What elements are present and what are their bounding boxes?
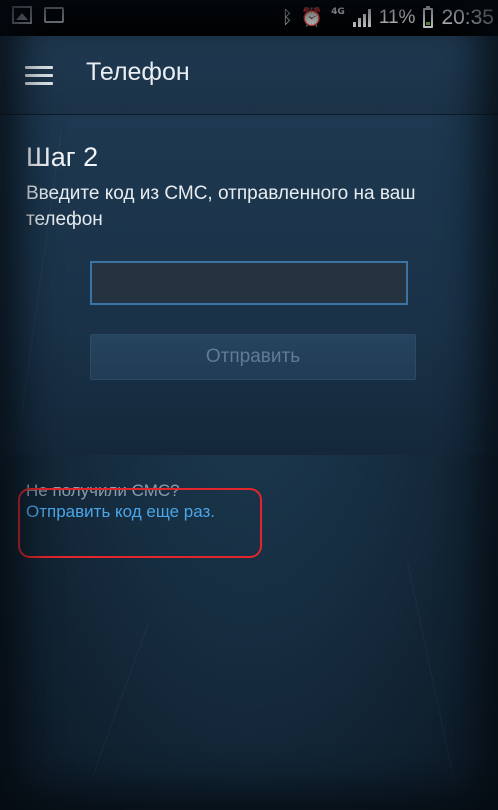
status-bar: ᛒ ⏰ 4G 11% 20:35	[0, 0, 498, 36]
page-title: Телефон	[86, 58, 190, 86]
battery-percent: 11%	[378, 7, 416, 28]
no-sms-question: Не получили СМС?	[26, 481, 180, 500]
battery-icon	[423, 6, 434, 28]
send-button[interactable]: Отправить	[90, 334, 416, 380]
texture-scratch	[92, 624, 149, 776]
chat-icon	[44, 7, 64, 23]
network-type: 4G	[331, 7, 345, 17]
step-title: Шаг 2	[26, 142, 99, 172]
texture-scratch	[407, 562, 454, 778]
step-panel: Шаг 2 Введите код из СМС, отправленного …	[0, 115, 498, 455]
status-left	[12, 6, 64, 24]
step-description: Введите код из СМС, отправленного на ваш…	[26, 183, 416, 230]
screen: ᛒ ⏰ 4G 11% 20:35 Телефон Шаг 2 Введите к…	[0, 0, 498, 810]
action-bar: Телефон	[0, 36, 498, 115]
sms-code-input[interactable]	[90, 261, 408, 305]
clock: 20:35	[441, 6, 494, 29]
status-right: ᛒ ⏰ 4G 11% 20:35	[282, 4, 494, 32]
signal-icon	[352, 9, 371, 27]
bluetooth-icon: ᛒ	[281, 7, 293, 28]
image-icon	[12, 6, 32, 24]
hamburger-menu-icon[interactable]	[25, 66, 53, 86]
resend-code-link[interactable]: Отправить код еще раз.	[26, 502, 215, 522]
alarm-icon: ⏰	[300, 7, 324, 28]
